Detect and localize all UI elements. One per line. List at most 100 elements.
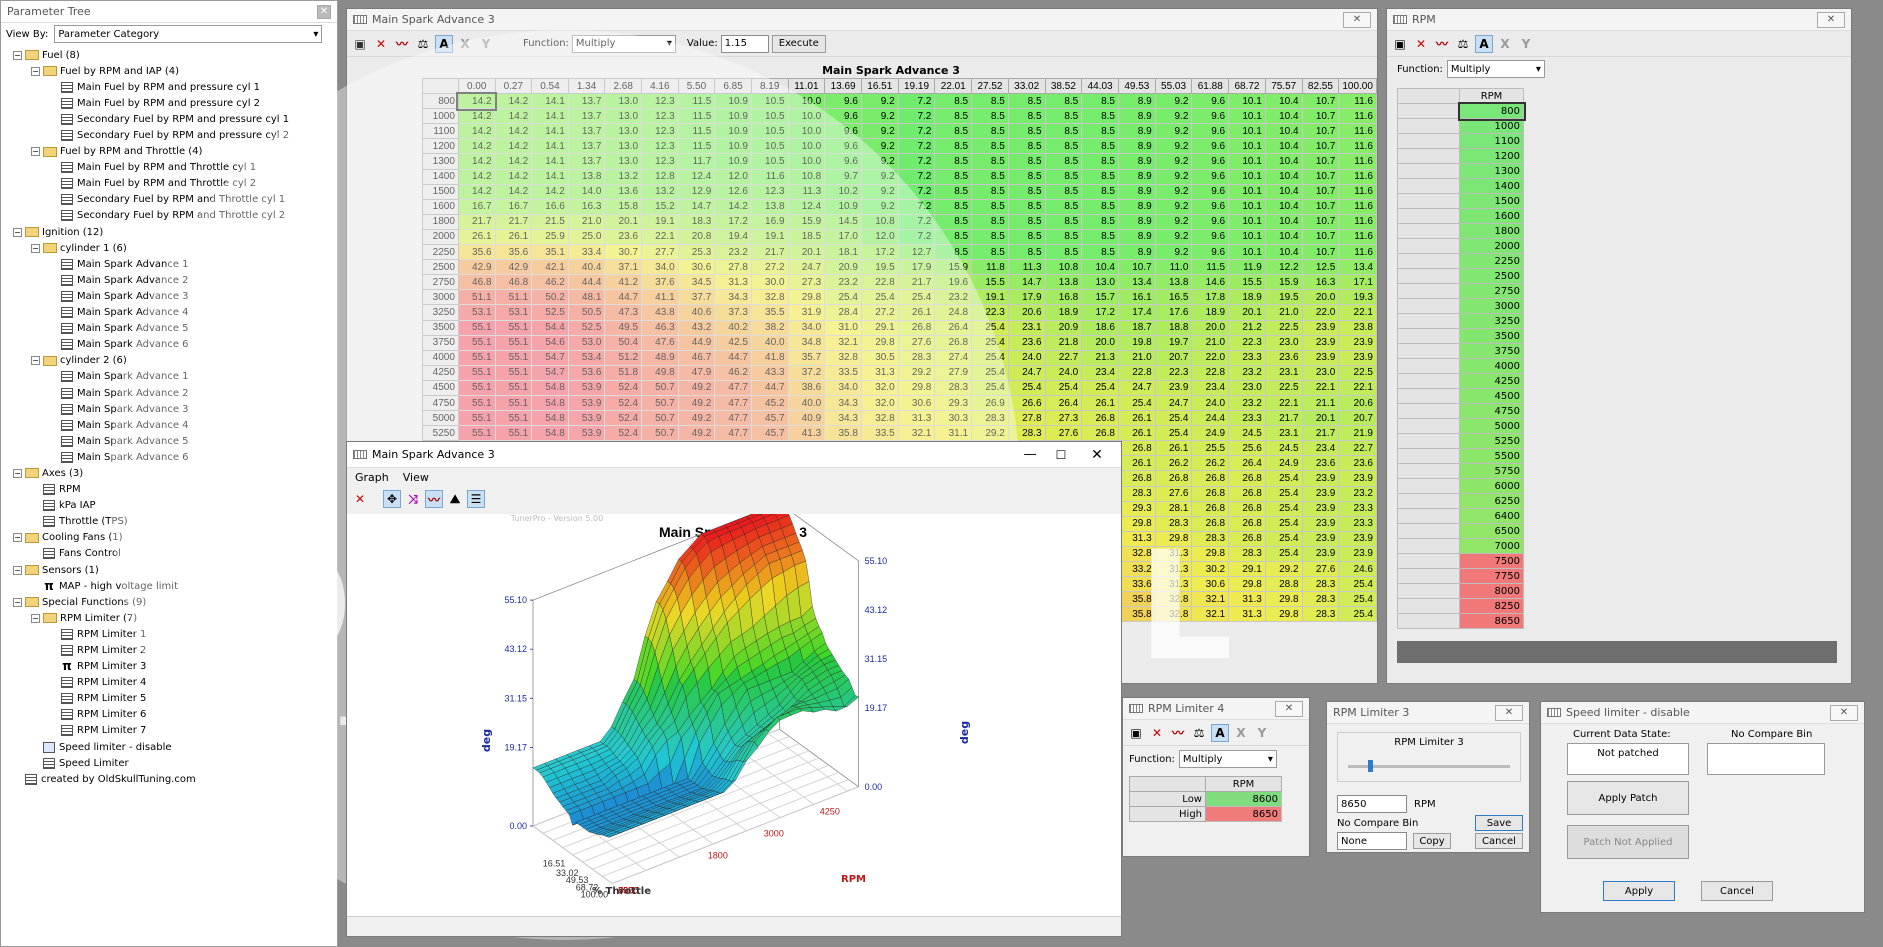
grid-cell[interactable]: 47.7 <box>714 425 752 442</box>
grid-cell[interactable]: 14.2 <box>457 138 496 155</box>
grid-cell[interactable]: 32.1 <box>1191 606 1230 623</box>
grid-cell[interactable]: 8.5 <box>934 183 973 200</box>
grid-cell[interactable]: 25.4 <box>971 349 1009 366</box>
grid-cell[interactable]: 22.8 <box>1117 364 1156 381</box>
grid-cell[interactable]: 49.5 <box>604 319 643 336</box>
grid-cell[interactable]: 21.7 <box>1301 425 1340 442</box>
grid-cell[interactable]: 26.8 <box>1191 515 1230 532</box>
grid-cell[interactable]: 34.0 <box>824 379 862 396</box>
grid-cell[interactable]: 7.2 <box>897 198 936 215</box>
grid-cell[interactable]: 50.7 <box>641 410 679 427</box>
grid-cell[interactable]: 22.1 <box>1264 394 1303 412</box>
grid-cell[interactable]: 10.1 <box>1228 138 1266 155</box>
grid-cell[interactable]: 24.0 <box>1044 364 1083 381</box>
grid-cell[interactable]: 26.1 <box>1117 455 1156 472</box>
grid-cell[interactable]: 8.9 <box>1117 123 1156 140</box>
grid-cell[interactable]: 10.7 <box>1301 93 1340 110</box>
grid-cell[interactable]: 9.6 <box>1191 213 1230 230</box>
grid-cell[interactable]: 27.6 <box>1301 560 1340 578</box>
grid-cell[interactable]: 31.9 <box>787 304 826 321</box>
value-input[interactable]: 1.15 <box>720 34 769 53</box>
grid-cell[interactable]: 51.8 <box>604 364 643 381</box>
grid-cell[interactable]: 18.3 <box>677 213 716 230</box>
rl3-compare-field[interactable]: None <box>1337 832 1407 850</box>
grid-cell[interactable]: 25.4 <box>824 289 862 306</box>
tree-item[interactable]: Main Fuel by RPM and Throttle cyl 2 <box>1 176 337 192</box>
grid-cell[interactable]: 29.8 <box>787 289 826 306</box>
grid-cell[interactable]: 23.2 <box>824 274 862 291</box>
grid-cell[interactable]: 35.6 <box>494 244 533 261</box>
grid-cell[interactable]: 28.8 <box>1264 576 1303 593</box>
grid-cell[interactable]: 25.4 <box>1264 515 1303 532</box>
scale-icon[interactable]: ⚖ <box>1190 724 1208 742</box>
grid-cell[interactable]: 23.0 <box>1264 334 1303 351</box>
grid-cell[interactable]: 14.2 <box>494 153 533 170</box>
tree-item[interactable]: Secondary Fuel by RPM and pressure cyl 1 <box>1 111 337 127</box>
grid-cell[interactable]: 10.5 <box>750 93 789 110</box>
grid-cell[interactable]: 19.5 <box>860 259 899 276</box>
grid-cell[interactable]: 16.3 <box>1301 274 1340 291</box>
grid-cell[interactable]: 47.7 <box>714 394 752 412</box>
collapse-icon[interactable]: − <box>13 597 22 607</box>
grid-cell[interactable]: 16.7 <box>457 198 496 215</box>
compare-icon[interactable]: A <box>435 34 453 53</box>
grid-cell[interactable]: 40.2 <box>714 319 752 336</box>
save-icon[interactable]: ▣ <box>351 35 369 53</box>
tree-item[interactable]: Main Fuel by RPM and pressure cyl 2 <box>1 95 337 111</box>
grid-cell[interactable]: 8.5 <box>1081 123 1119 140</box>
grid-cell[interactable]: 23.9 <box>1338 334 1377 351</box>
grid-cell[interactable]: 55.1 <box>457 379 496 396</box>
grid-cell[interactable]: 14.2 <box>457 153 496 170</box>
grid-cell[interactable]: 8.5 <box>1081 228 1119 246</box>
grid-cell[interactable]: 10.0 <box>787 138 826 155</box>
grid-cell[interactable]: 28.3 <box>1007 425 1046 442</box>
grid-cell[interactable]: 13.8 <box>750 198 789 215</box>
grid-cell[interactable]: 8.9 <box>1117 228 1156 246</box>
grid-cell[interactable]: 23.3 <box>1338 515 1377 532</box>
grid-cell[interactable]: 16.8 <box>1044 289 1083 306</box>
grid-cell[interactable]: 53.9 <box>567 410 606 427</box>
grid-cell[interactable]: 38.6 <box>787 379 826 396</box>
grid-cell[interactable]: 32.8 <box>824 349 862 366</box>
grid-cell[interactable]: 35.6 <box>457 244 496 261</box>
graph-icon[interactable]: 〰 <box>1433 35 1451 53</box>
grid-cell[interactable]: 29.1 <box>860 319 899 336</box>
tree-item[interactable]: Secondary Fuel by RPM and Throttle cyl 2 <box>1 208 337 224</box>
grid-cell[interactable]: 14.2 <box>714 198 752 215</box>
tree-item[interactable]: Main Spark Advance 3 <box>1 288 337 304</box>
grid-cell[interactable]: 11.5 <box>1191 259 1230 276</box>
grid-cell[interactable]: 19.3 <box>1338 289 1377 306</box>
grid-cell[interactable]: 13.7 <box>567 93 606 110</box>
tree-item[interactable]: − Cooling Fans (1) <box>1 530 337 546</box>
grid-cell[interactable]: 28.3 <box>934 379 973 396</box>
grid-cell[interactable]: 12.3 <box>641 153 679 170</box>
grid-cell[interactable]: 42.1 <box>531 259 569 276</box>
grid-cell[interactable]: 7.2 <box>897 153 936 170</box>
grid-cell[interactable]: 34.0 <box>641 259 679 276</box>
grid-cell[interactable]: 13.7 <box>567 138 606 155</box>
grid-cell[interactable]: 32.8 <box>1154 591 1193 608</box>
tree-item[interactable]: Main Spark Advance 6 <box>1 449 337 465</box>
grid-cell[interactable]: 17.0 <box>824 228 862 246</box>
grid-cell[interactable]: 30.2 <box>1191 560 1230 578</box>
grid-cell[interactable]: 11.3 <box>1007 259 1046 276</box>
grid-cell[interactable]: 9.2 <box>1154 198 1193 215</box>
grid-cell[interactable]: 10.9 <box>714 138 752 155</box>
grid-cell[interactable]: 22.8 <box>1191 364 1230 381</box>
tree-item[interactable]: Main Spark Advance 6 <box>1 337 337 353</box>
grid-cell[interactable]: 26.8 <box>897 319 936 336</box>
grid-cell[interactable]: 15.5 <box>1228 274 1266 291</box>
grid-cell[interactable]: 25.4 <box>1338 606 1377 623</box>
grid-cell[interactable]: 53.9 <box>567 379 606 396</box>
grid-cell[interactable]: 45.7 <box>750 410 789 427</box>
grid-cell[interactable]: 14.0 <box>567 183 606 200</box>
grid-cell[interactable]: 19.6 <box>934 274 973 291</box>
grid-cell[interactable]: 21.0 <box>1191 334 1230 351</box>
grid-cell[interactable]: 41.8 <box>750 349 789 366</box>
grid-cell[interactable]: 9.2 <box>1154 93 1193 110</box>
grid-cell[interactable]: 27.2 <box>860 304 899 321</box>
grid-cell[interactable]: 24.7 <box>1154 394 1193 412</box>
grid-cell[interactable]: 27.6 <box>897 334 936 351</box>
grid-cell[interactable]: 19.7 <box>1154 334 1193 351</box>
grid-cell[interactable]: 14.2 <box>494 168 533 185</box>
